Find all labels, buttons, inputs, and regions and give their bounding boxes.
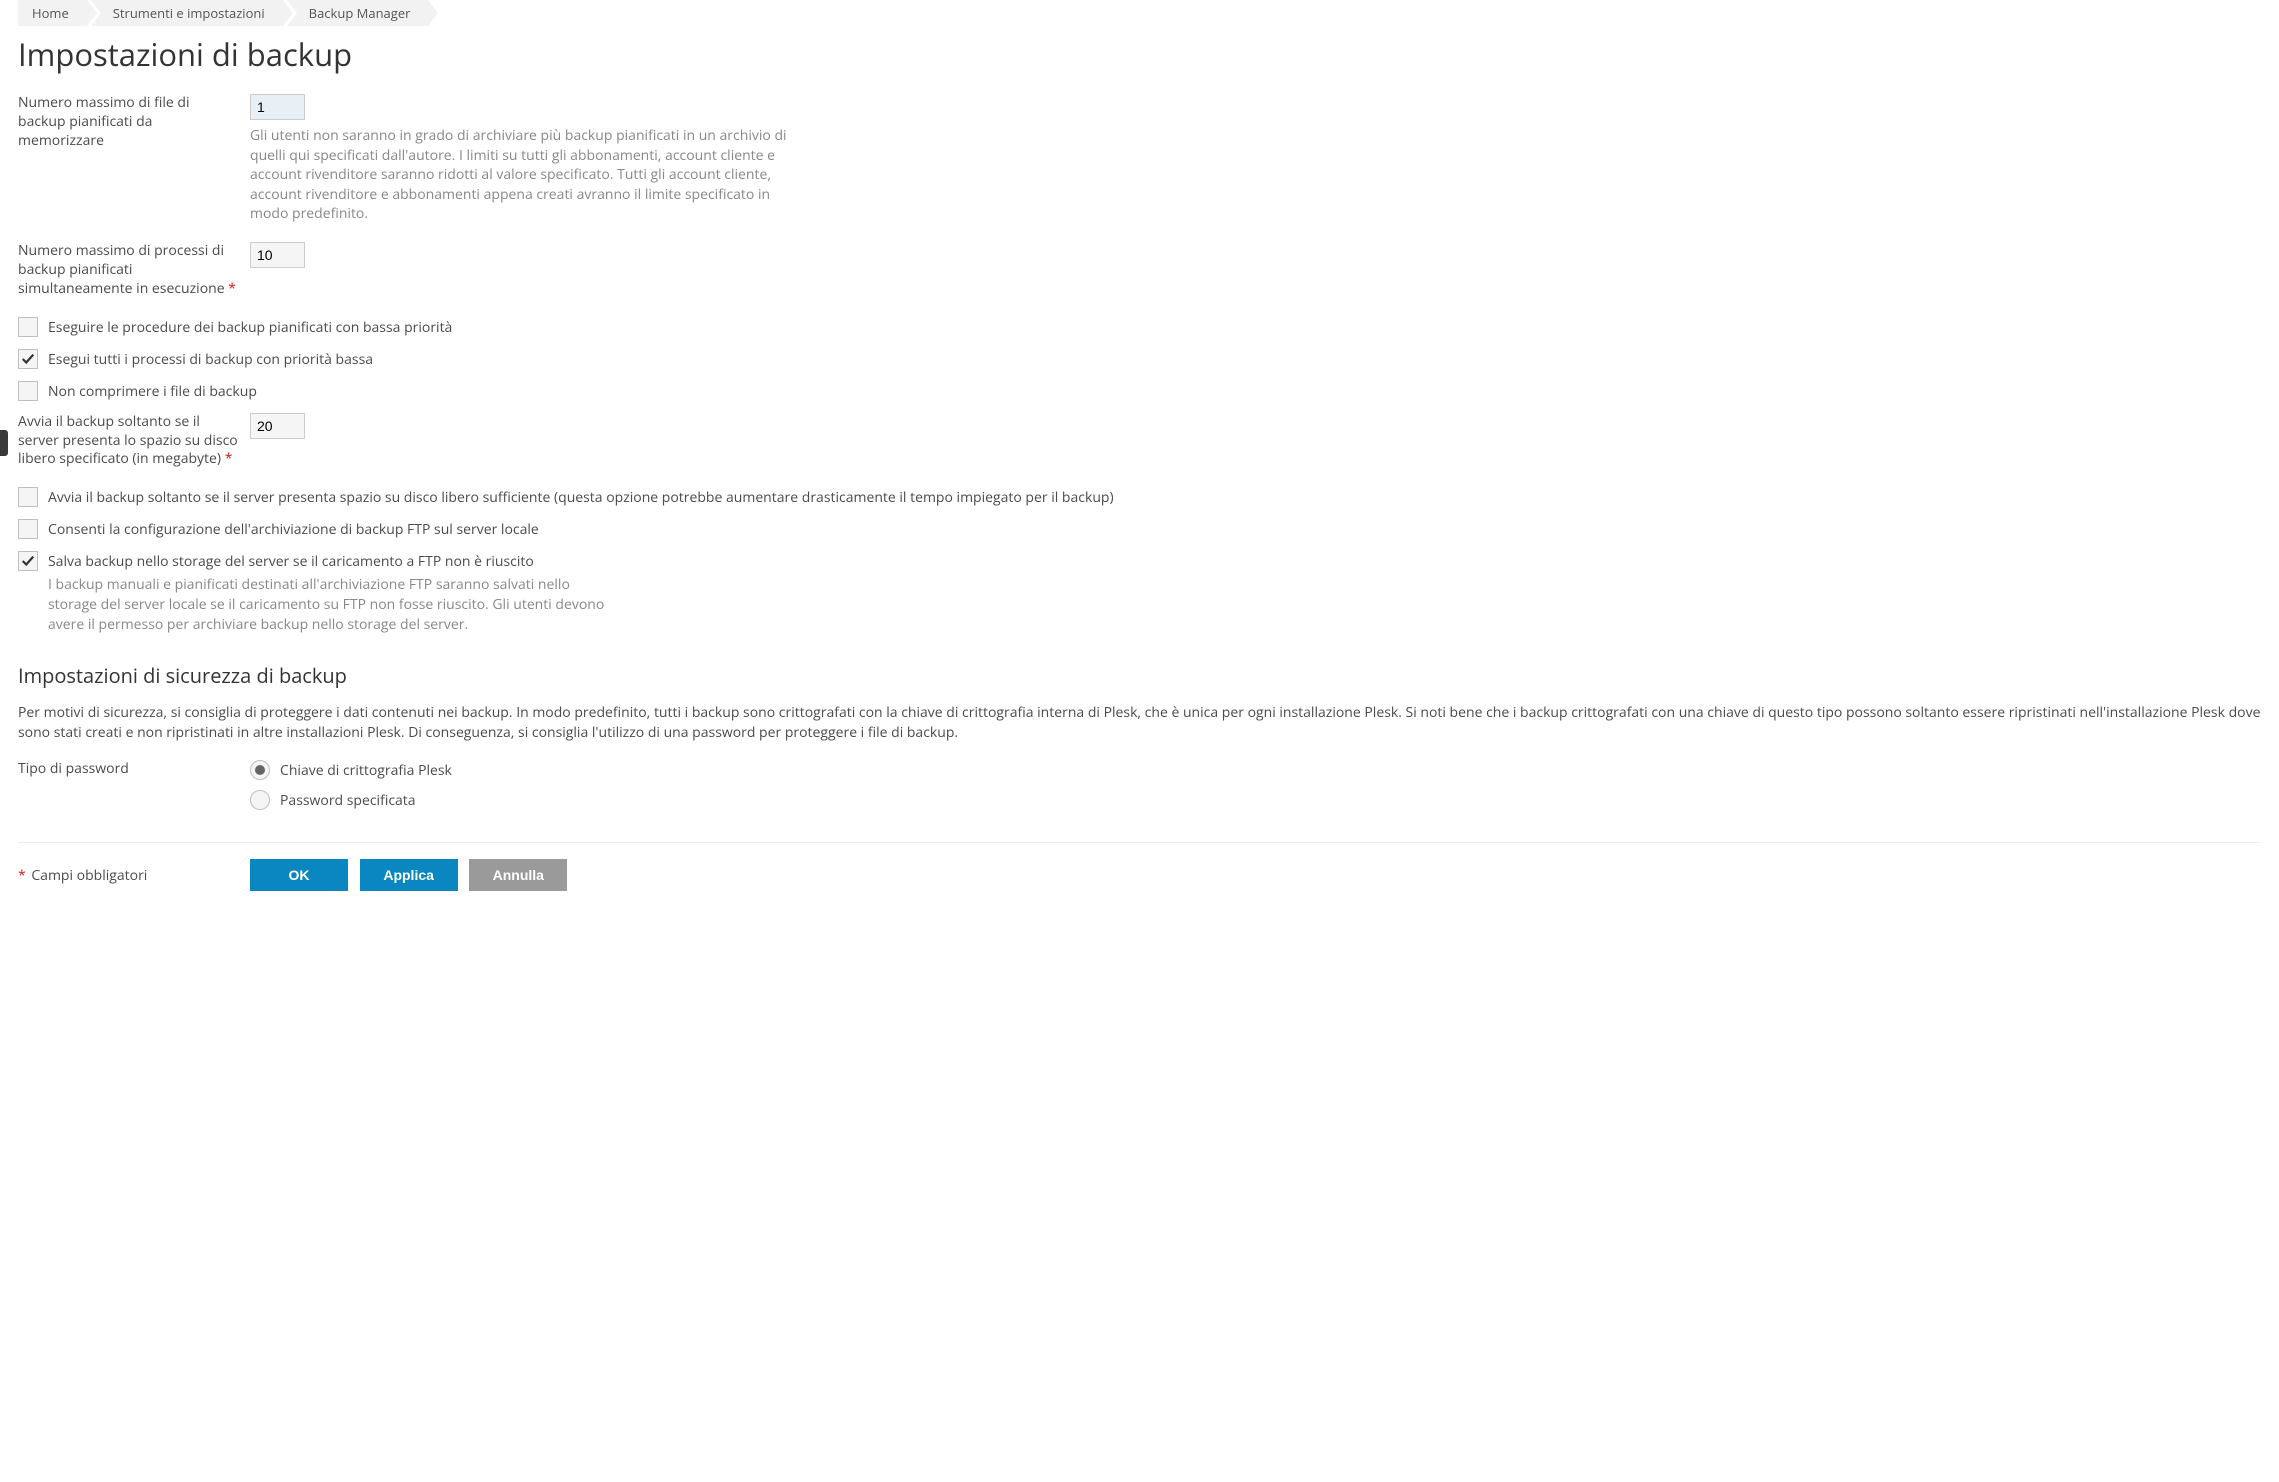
max-files-input[interactable] bbox=[250, 94, 305, 120]
check-icon bbox=[21, 554, 35, 568]
breadcrumb-tools[interactable]: Strumenti e impostazioni bbox=[91, 0, 283, 26]
checkbox-allow-ftp-local[interactable] bbox=[18, 519, 38, 539]
max-processes-input[interactable] bbox=[250, 242, 305, 268]
checkbox-save-server-if-ftp-fail[interactable] bbox=[18, 551, 38, 571]
required-mark: * bbox=[228, 279, 236, 298]
ok-button[interactable]: OK bbox=[250, 859, 348, 891]
checkbox-free-space-check-label: Avvia il backup soltanto se il server pr… bbox=[48, 487, 1114, 507]
checkbox-low-priority-scheduled-label: Eseguire le procedure dei backup pianifi… bbox=[48, 317, 452, 337]
divider bbox=[18, 842, 2261, 843]
max-files-hint: Gli utenti non saranno in grado di archi… bbox=[250, 126, 810, 224]
apply-button[interactable]: Applica bbox=[360, 859, 458, 891]
radio-specified-password[interactable] bbox=[250, 790, 270, 810]
checkbox-save-server-if-ftp-fail-hint: I backup manuali e pianificati destinati… bbox=[48, 575, 608, 634]
disk-space-input[interactable] bbox=[250, 413, 305, 439]
required-mark: * bbox=[225, 449, 233, 468]
side-feedback-tab[interactable] bbox=[0, 430, 8, 456]
security-section-title: Impostazioni di sicurezza di backup bbox=[18, 662, 2261, 689]
checkbox-low-priority-scheduled[interactable] bbox=[18, 317, 38, 337]
max-files-label: Numero massimo di file di backup pianifi… bbox=[18, 94, 250, 151]
security-section-text: Per motivi di sicurezza, si consiglia di… bbox=[18, 703, 2261, 742]
checkbox-allow-ftp-local-label: Consenti la configurazione dell'archivia… bbox=[48, 519, 539, 539]
page-title: Impostazioni di backup bbox=[18, 34, 2261, 76]
breadcrumb-home[interactable]: Home bbox=[18, 0, 87, 26]
checkbox-no-compress-label: Non comprimere i file di backup bbox=[48, 381, 257, 401]
cancel-button[interactable]: Annulla bbox=[469, 859, 567, 891]
radio-plesk-key-label: Chiave di crittografia Plesk bbox=[280, 761, 452, 780]
check-icon bbox=[21, 352, 35, 366]
radio-plesk-key[interactable] bbox=[250, 760, 270, 780]
radio-specified-password-label: Password specificata bbox=[280, 791, 416, 810]
checkbox-save-server-if-ftp-fail-label: Salva backup nello storage del server se… bbox=[48, 552, 608, 571]
max-processes-label: Numero massimo di processi di backup pia… bbox=[18, 242, 250, 299]
required-fields-note: * Campi obbligatori bbox=[18, 866, 250, 885]
password-type-label: Tipo di password bbox=[18, 760, 250, 779]
checkbox-free-space-check[interactable] bbox=[18, 487, 38, 507]
checkbox-low-priority-all[interactable] bbox=[18, 349, 38, 369]
disk-space-label: Avvia il backup soltanto se il server pr… bbox=[18, 413, 250, 470]
checkbox-no-compress[interactable] bbox=[18, 381, 38, 401]
breadcrumb: Home Strumenti e impostazioni Backup Man… bbox=[18, 0, 2261, 26]
checkbox-low-priority-all-label: Esegui tutti i processi di backup con pr… bbox=[48, 349, 373, 369]
breadcrumb-backup-manager[interactable]: Backup Manager bbox=[287, 0, 429, 26]
